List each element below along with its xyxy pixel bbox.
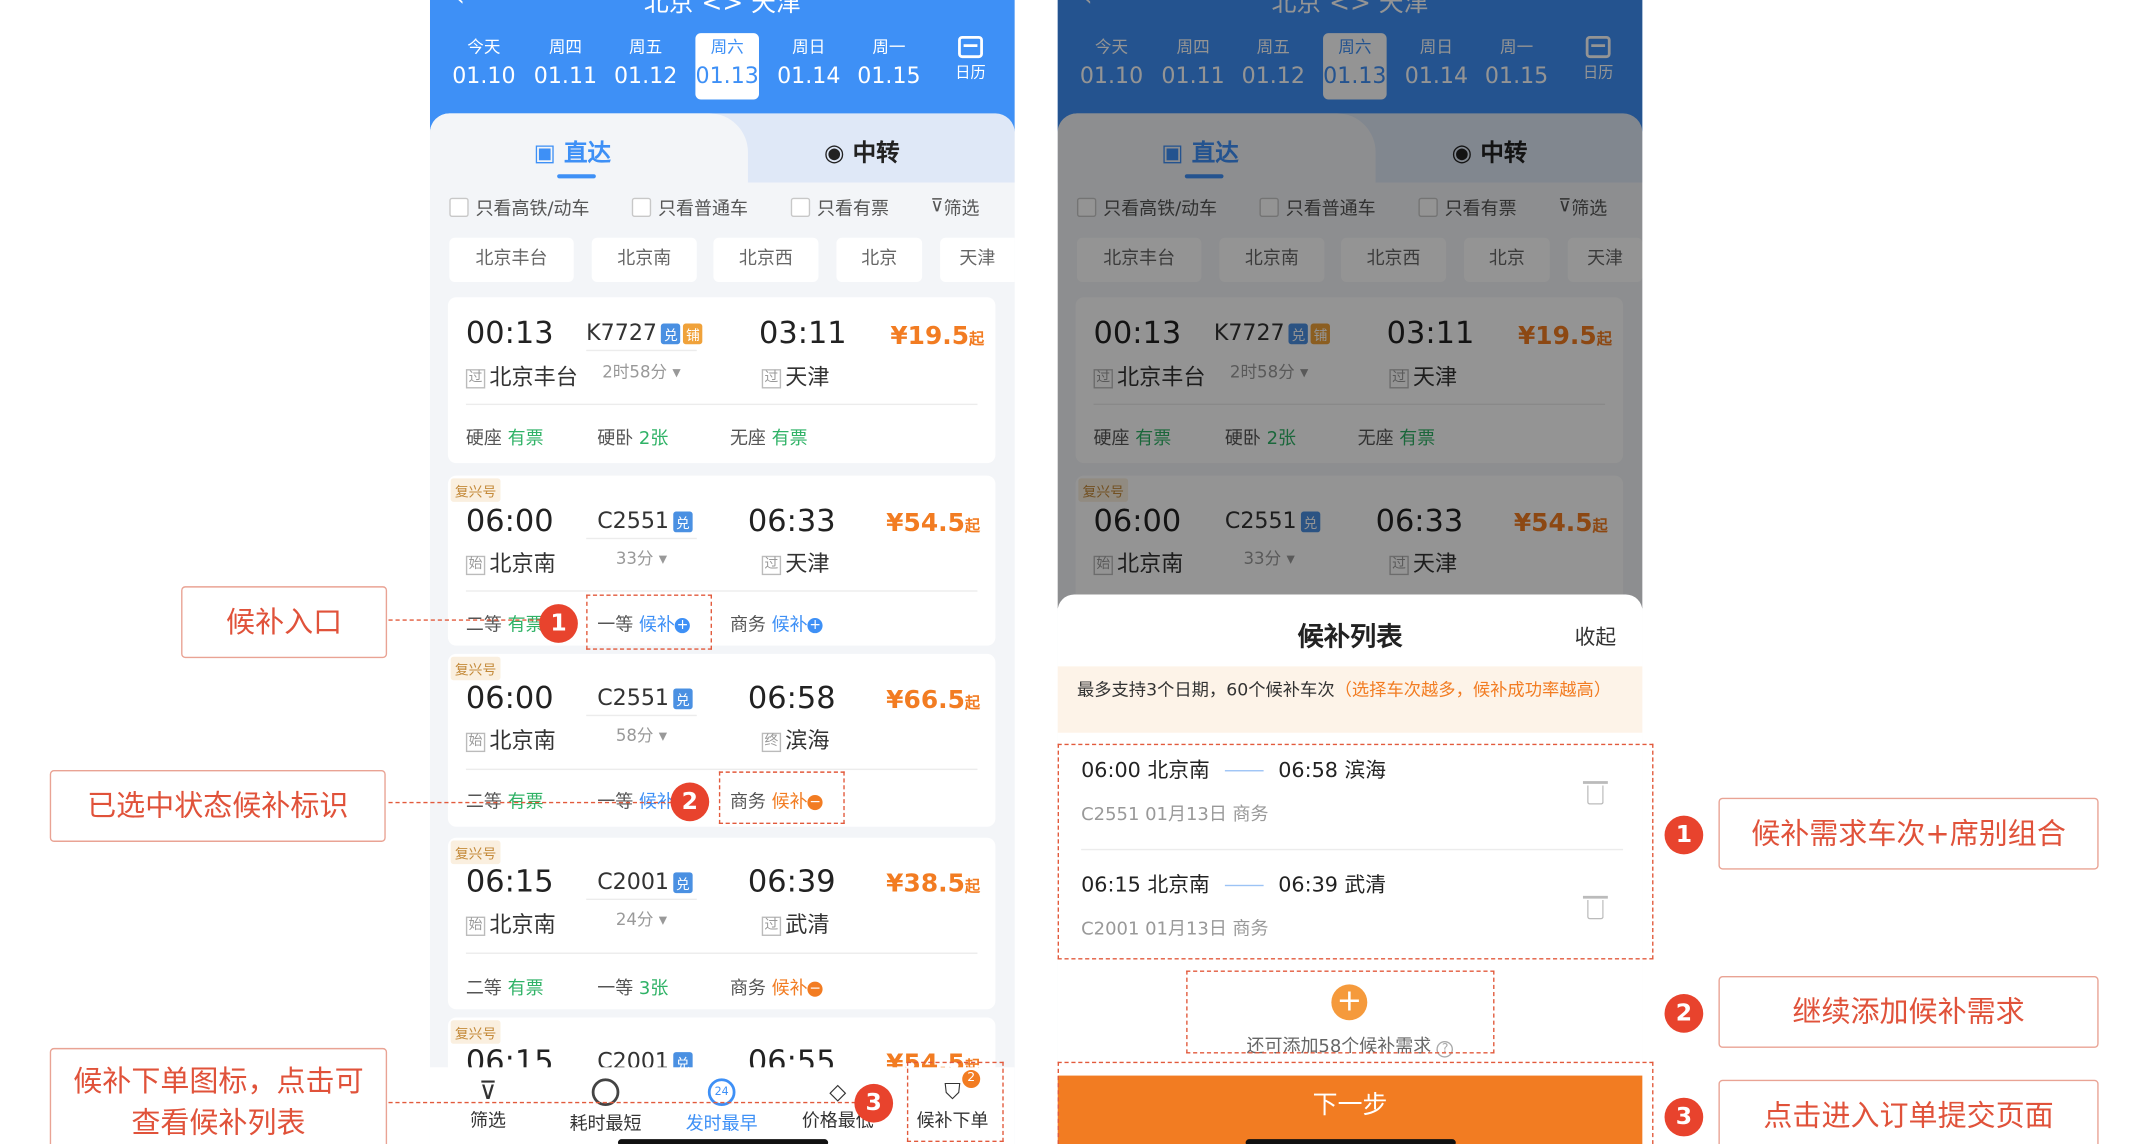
highlight-selected-state — [718, 771, 845, 824]
waitlist-entry-button[interactable]: 商务 候补 + — [730, 610, 823, 636]
date-item-selected[interactable]: 周六 01.13 — [695, 33, 759, 100]
callout-add-more: 继续添加候补需求 — [1718, 976, 2099, 1048]
nav-filter[interactable]: ⊽ 筛选 — [440, 1078, 537, 1133]
plus-icon: + — [807, 617, 823, 634]
highlight-waitlist-order — [906, 1061, 1004, 1142]
filter-available-checkbox[interactable]: 只看有票 — [790, 194, 889, 220]
collapse-button[interactable]: 收起 — [1575, 622, 1616, 651]
station-chip[interactable]: 天津 — [940, 237, 1015, 283]
filter-normal-checkbox[interactable]: 只看普通车 — [631, 194, 748, 220]
callout-waitlist-entry: 候补入口 — [181, 586, 388, 659]
highlight-waitlist-items — [1057, 743, 1654, 960]
station-chip[interactable]: 北京南 — [591, 237, 697, 283]
marker-1: 1 — [539, 604, 578, 643]
highlight-waitlist-entry — [586, 594, 712, 650]
highlight-next-step — [1057, 1061, 1654, 1144]
date-item[interactable]: 周四 01.11 — [534, 33, 598, 99]
left-phone-screen: ‹ 北京 <> 天津 今天01.10 周四01.11 周五01.12 周六01.… — [429, 0, 1015, 1144]
marker-2: 2 — [1664, 994, 1704, 1033]
nav-earliest[interactable]: 24 发时最早 — [673, 1078, 770, 1135]
date-item[interactable]: 今天 01.10 — [452, 33, 516, 99]
home-indicator — [617, 1139, 829, 1144]
date-header: ‹ 北京 <> 天津 今天01.10 周四01.11 周五01.12 周六01.… — [429, 0, 1015, 132]
waitlist-selected-button[interactable]: 商务 候补 − — [730, 973, 823, 1000]
notice-banner: 最多支持3个日期，60个候补车次（选择车次越多，候补成功率越高） — [1057, 666, 1643, 733]
funnel-icon: ⊽ — [930, 196, 944, 218]
marker-2: 2 — [670, 782, 710, 822]
station-chip[interactable]: 北京西 — [713, 237, 819, 283]
date-item[interactable]: 周日 01.14 — [777, 33, 841, 99]
marker-3: 3 — [1664, 1097, 1704, 1137]
sheet-title: 候补列表 — [1297, 622, 1403, 653]
tab-transfer[interactable]: ◉ 中转 — [824, 133, 900, 168]
marker-1: 1 — [1664, 815, 1704, 855]
tab-underline — [557, 174, 596, 179]
station-chip[interactable]: 北京 — [836, 237, 923, 283]
train-card[interactable]: 复兴号 06:15 始北京南 C2001 兑 24分 ▾ 06:39 过武清 ¥3… — [447, 837, 996, 1010]
date-item[interactable]: 周一 01.15 — [857, 33, 921, 99]
callout-next-step: 点击进入订单提交页面 — [1718, 1079, 2099, 1144]
highlight-add-more — [1186, 970, 1495, 1054]
nav-shortest[interactable]: 耗时最短 — [557, 1078, 654, 1135]
callout-waitlist-items: 候补需求车次+席别组合 — [1718, 797, 2099, 870]
station-chip[interactable]: 北京丰台 — [449, 237, 574, 283]
callout-selected-state: 已选中状态候补标识 — [49, 770, 386, 842]
dim-overlay[interactable] — [1057, 0, 1643, 609]
marker-3: 3 — [854, 1083, 894, 1123]
tab-bar: ▣ 直达 ◉ 中转 — [429, 113, 1015, 183]
tab-direct-label[interactable]: ▣ 直达 — [534, 133, 611, 168]
filter-high-speed-checkbox[interactable]: 只看高铁/动车 — [449, 194, 589, 220]
date-item[interactable]: 周五 01.12 — [614, 33, 678, 99]
train-card[interactable]: 00:13 过北京丰台 K7727 兑铺 2时58分 ▾ 03:11 过天津 ¥1… — [447, 297, 996, 464]
calendar-icon — [958, 35, 983, 59]
waitlist-entry-button[interactable]: 一等 候补 — [597, 787, 675, 813]
filter-button[interactable]: ⊽ 筛选 — [930, 194, 979, 220]
minus-icon: − — [807, 981, 823, 997]
route-title: 北京 <> 天津 — [643, 0, 801, 18]
callout-waitlist-order-icon: 候补下单图标，点击可查看候补列表 — [49, 1047, 388, 1144]
calendar-button[interactable]: 日历 — [944, 35, 997, 83]
